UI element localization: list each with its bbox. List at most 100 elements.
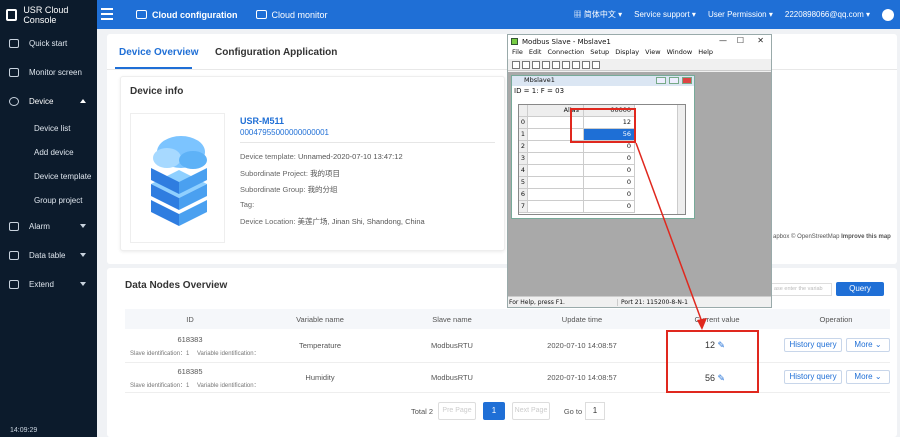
device-project-row: Subordinate Project: 我的项目 xyxy=(240,169,341,178)
account-menu[interactable]: 2220898066@qq.com ▾ xyxy=(785,10,870,19)
connect-icon[interactable] xyxy=(562,60,570,69)
pagination-total: Total 2 xyxy=(410,407,434,416)
child-minimize-icon[interactable] xyxy=(656,77,666,84)
row1-more-button[interactable]: More ⌄ xyxy=(846,338,890,352)
grid-alias-cell[interactable] xyxy=(528,153,584,165)
grid-value-cell[interactable]: 0 xyxy=(584,153,635,165)
sidebar-item-group-project[interactable]: Group project xyxy=(0,188,97,212)
col-current: Current value xyxy=(694,315,740,324)
sidebar-item-quick-start[interactable]: Quick start xyxy=(0,29,97,58)
menu-connection[interactable]: Connection xyxy=(547,48,584,59)
sidebar-item-data-table[interactable]: Data table xyxy=(0,241,97,270)
menu-window[interactable]: Window xyxy=(667,48,693,59)
device-serial: 00047955000000000001 xyxy=(240,128,329,137)
grid-alias-cell[interactable] xyxy=(528,189,584,201)
grid-row-number: 6 xyxy=(519,189,528,201)
sidebar-item-monitor-screen[interactable]: Monitor screen xyxy=(0,58,97,87)
app-icon xyxy=(511,38,518,45)
chevron-up-icon xyxy=(80,99,86,103)
avatar[interactable] xyxy=(882,8,894,21)
nav-cloud-configuration[interactable]: Cloud configuration xyxy=(136,10,252,20)
goto-page-input[interactable]: 1 xyxy=(585,402,605,420)
menu-file[interactable]: File xyxy=(512,48,523,59)
menu-display[interactable]: Display xyxy=(615,48,639,59)
clock-time: 14:09:29 xyxy=(10,427,38,434)
window-icon[interactable] xyxy=(552,60,560,69)
improve-map-link[interactable]: Improve this map xyxy=(841,234,891,240)
data-nodes-title: Data Nodes Overview xyxy=(125,280,228,291)
sidebar-item-alarm[interactable]: Alarm xyxy=(0,212,97,241)
menu-help[interactable]: Help xyxy=(698,48,713,59)
mbslave1-child-window[interactable]: Mbslave1 ID = 1: F = 03 Alias 00000 0 12 1… xyxy=(511,75,695,219)
save-icon[interactable] xyxy=(532,60,540,69)
help-icon[interactable] xyxy=(592,60,600,69)
sidebar-item-add-device[interactable]: Add device xyxy=(0,140,97,164)
screen-icon xyxy=(9,68,19,77)
close-icon[interactable]: ✕ xyxy=(757,36,764,45)
nav-cloud-monitor[interactable]: Cloud monitor xyxy=(252,10,342,20)
device-name-link[interactable]: USR-M511 xyxy=(240,116,284,126)
sidebar: Quick start Monitor screen Device Device… xyxy=(0,29,97,437)
chevron-down-icon xyxy=(80,224,86,228)
query-button[interactable]: Query xyxy=(836,282,884,296)
device-info-title: Device info xyxy=(130,86,184,97)
row1-slave-id: Slave identification：1 xyxy=(130,351,190,357)
page-1-button[interactable]: 1 xyxy=(483,402,505,420)
grid-row-number: 5 xyxy=(519,177,528,189)
status-bar: For Help, press F1. Port 21: 115200-8-N-… xyxy=(508,296,771,307)
menu-setup[interactable]: Setup xyxy=(590,48,609,59)
disconnect-icon[interactable] xyxy=(572,60,580,69)
menu-edit[interactable]: Edit xyxy=(529,48,542,59)
maximize-icon[interactable]: ☐ xyxy=(737,36,744,45)
grid-row-number: 2 xyxy=(519,141,528,153)
row2-slave-id: Slave identification：1 xyxy=(130,383,190,389)
tab-device-overview[interactable]: Device Overview xyxy=(119,47,199,58)
hamburger-menu-icon[interactable] xyxy=(101,8,113,20)
sidebar-item-device[interactable]: Device xyxy=(0,87,97,116)
service-support-menu[interactable]: Service support ▾ xyxy=(634,10,696,19)
row2-more-button[interactable]: More ⌄ xyxy=(846,370,890,384)
col-slave: Slave name xyxy=(432,315,472,324)
setup-icon[interactable] xyxy=(582,60,590,69)
cloud-icon xyxy=(136,10,147,19)
row2-history-query-button[interactable]: History query xyxy=(784,370,842,384)
grid-value-cell[interactable]: 0 xyxy=(584,177,635,189)
row-divider xyxy=(125,362,890,363)
device-location-row: Device Location: 美莲广场, Jinan Shi, Shando… xyxy=(240,217,425,226)
grid-value-cell[interactable]: 0 xyxy=(584,201,635,213)
col-operation: Operation xyxy=(819,315,853,324)
row2-variable: Humidity xyxy=(305,373,335,382)
row1-history-query-button[interactable]: History query xyxy=(784,338,842,352)
print-icon[interactable] xyxy=(542,60,550,69)
tab-configuration-application[interactable]: Configuration Application xyxy=(215,47,337,58)
sidebar-item-device-template[interactable]: Device template xyxy=(0,164,97,188)
chevron-down-icon xyxy=(80,253,86,257)
variable-search-input[interactable]: ase enter the variab xyxy=(770,283,832,296)
child-close-icon[interactable] xyxy=(682,77,692,84)
open-icon[interactable] xyxy=(522,60,530,69)
grid-corner xyxy=(519,105,528,117)
user-permission-menu[interactable]: User Permission ▾ xyxy=(708,10,773,19)
new-icon[interactable] xyxy=(512,60,520,69)
sidebar-item-extend[interactable]: Extend xyxy=(0,270,97,299)
col-variable: Variable name xyxy=(296,315,344,324)
grid-scrollbar[interactable] xyxy=(677,105,685,214)
child-titlebar[interactable]: Mbslave1 xyxy=(512,76,694,86)
child-maximize-icon[interactable] xyxy=(669,77,679,84)
grid-alias-cell[interactable] xyxy=(528,177,584,189)
brand[interactable]: USR Cloud Console xyxy=(0,0,97,29)
device-group-row: Subordinate Group: 我的分组 xyxy=(240,185,338,194)
minimize-icon[interactable]: — xyxy=(719,36,727,45)
modbus-slave-window[interactable]: Modbus Slave - Mbslave1 — ☐ ✕ File Edit … xyxy=(507,34,772,308)
grid-alias-cell[interactable] xyxy=(528,165,584,177)
grid-alias-cell[interactable] xyxy=(528,201,584,213)
window-titlebar[interactable]: Modbus Slave - Mbslave1 — ☐ ✕ xyxy=(508,35,771,48)
prev-page-button[interactable]: Pre Page xyxy=(438,402,476,420)
sidebar-item-device-list[interactable]: Device list xyxy=(0,116,97,140)
cloud-logo-icon xyxy=(6,8,18,21)
grid-value-cell[interactable]: 0 xyxy=(584,189,635,201)
language-select[interactable]: ▦ 简体中文 ▾ xyxy=(574,9,622,20)
next-page-button[interactable]: Next Page xyxy=(512,402,550,420)
grid-value-cell[interactable]: 0 xyxy=(584,165,635,177)
menu-view[interactable]: View xyxy=(645,48,660,59)
